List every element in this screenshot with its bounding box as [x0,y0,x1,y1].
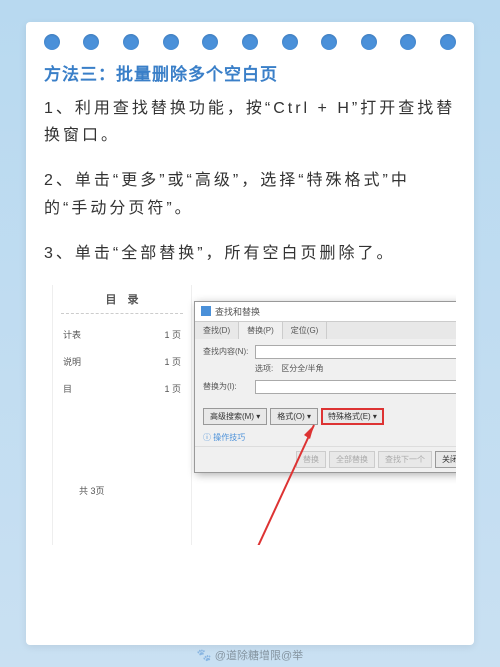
document-background: 目 录 计表1 页 说明1 页 目1 页 [52,285,192,545]
find-replace-dialog: 查找和替换 × 查找(D) 替换(P) 定位(G) 查找内容(N): 选项: 区… [194,301,456,473]
dialog-tabs: 查找(D) 替换(P) 定位(G) [195,322,456,339]
dialog-titlebar: 查找和替换 × [195,302,456,322]
step-3: 3、单击“全部替换”，所有空白页删除了。 [44,240,456,267]
tip-link[interactable]: ⓘ 操作技巧 [195,429,456,446]
paw-icon: 🐾 [197,648,212,662]
tab-goto[interactable]: 定位(G) [283,322,328,339]
toc-row: 说明1 页 [53,341,191,368]
embedded-screenshot: 目 录 计表1 页 说明1 页 目1 页 共 3页 查找和替换 × 查找(D) … [44,285,456,545]
replace-button[interactable]: 替换 [296,451,326,468]
dialog-title: 查找和替换 [215,305,260,318]
watermark: 🐾 @道除糖增限@举 [197,647,303,663]
section-title: 方法三：批量删除多个空白页 [44,60,456,85]
binder-holes [26,34,474,50]
replace-input[interactable] [255,380,456,394]
options-text: 选项: 区分全/半角 [255,363,456,374]
tab-find[interactable]: 查找(D) [195,322,239,339]
special-format-button[interactable]: 特殊格式(E) ▾ [321,408,384,425]
close-button[interactable]: × [454,306,456,316]
doc-heading: 目 录 [61,285,183,314]
toc-row: 计表1 页 [53,314,191,341]
notebook-paper: 方法三：批量删除多个空白页 1、利用查找替换功能，按“Ctrl + H”打开查找… [26,22,474,645]
format-button[interactable]: 格式(O) ▾ [270,408,318,425]
find-input[interactable] [255,345,456,359]
step-1: 1、利用查找替换功能，按“Ctrl + H”打开查找替换窗口。 [44,95,456,149]
app-icon [201,306,211,316]
step-2: 2、单击“更多”或“高级”，选择“特殊格式”中的“手动分页符”。 [44,167,456,221]
find-label: 查找内容(N): [203,346,251,357]
replace-all-button[interactable]: 全部替换 [329,451,375,468]
tab-replace[interactable]: 替换(P) [239,322,283,339]
replace-label: 替换为(I): [203,381,251,392]
close-dialog-button[interactable]: 关闭 [435,451,456,468]
dialog-body: 查找内容(N): 选项: 区分全/半角 替换为(I): [195,339,456,404]
page-footer: 共 3页 [79,484,105,497]
find-next-button[interactable]: 查找下一个 [378,451,432,468]
more-button[interactable]: 高级搜索(M) ▾ [203,408,267,425]
toc-row: 目1 页 [53,368,191,395]
